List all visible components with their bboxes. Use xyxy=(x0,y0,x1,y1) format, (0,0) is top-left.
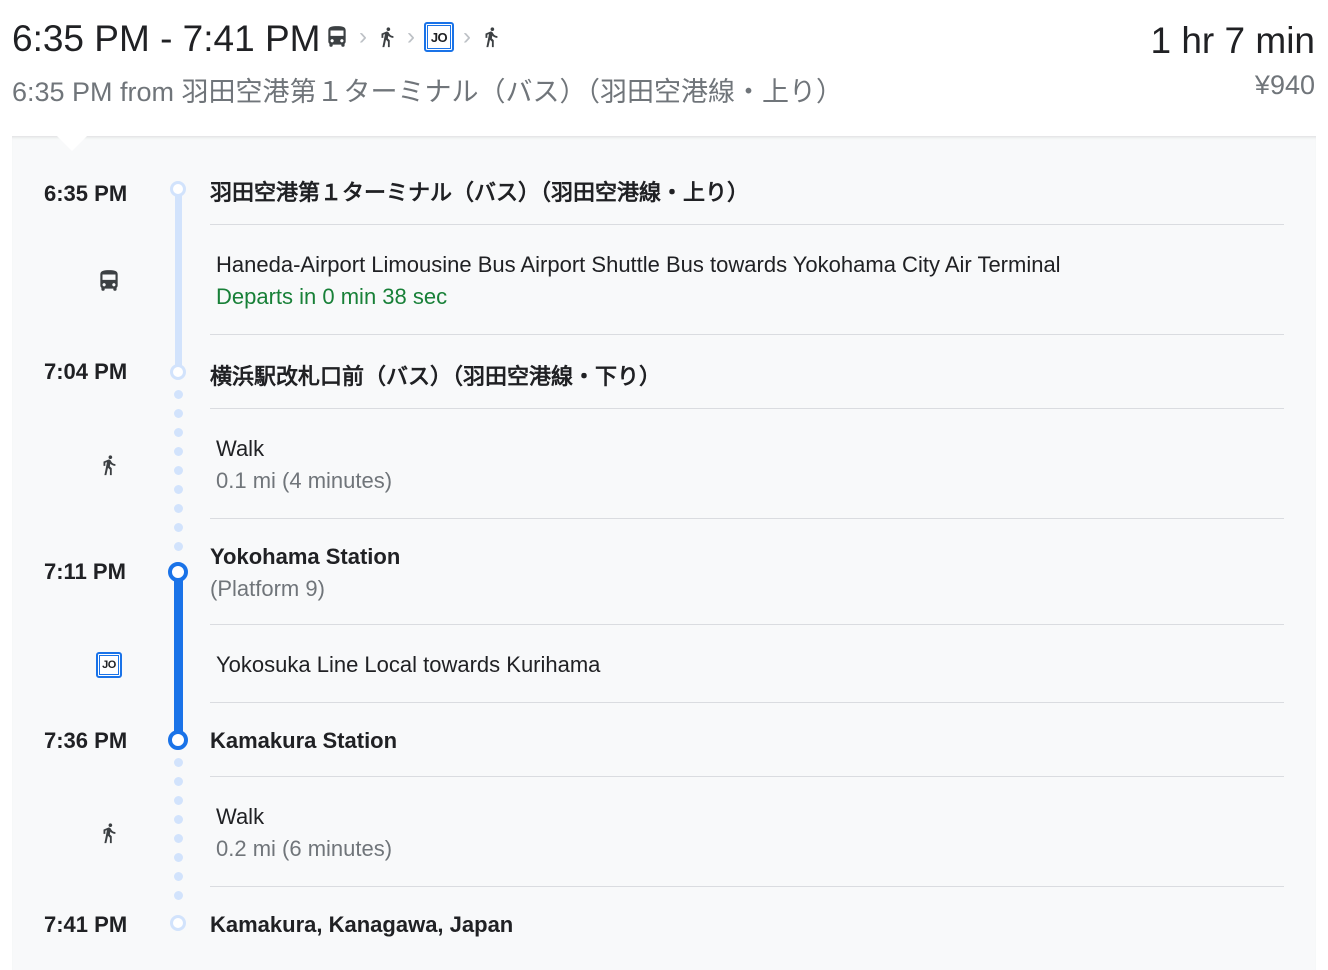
stop-time: 7:04 PM xyxy=(44,359,128,384)
trip-fare: ¥940 xyxy=(1254,70,1315,100)
jo-line-icon: JO xyxy=(94,650,124,680)
trip-duration: 1 hr 7 min xyxy=(1150,20,1315,61)
stop-node xyxy=(168,730,188,750)
walk-route-dot xyxy=(174,834,183,843)
bus-icon xyxy=(324,23,350,51)
stop-time: 7:11 PM xyxy=(44,559,126,584)
divider xyxy=(210,702,1284,703)
chevron-right-icon: › xyxy=(359,23,367,50)
divider xyxy=(210,776,1284,777)
divider xyxy=(210,518,1284,519)
bus-route-line xyxy=(175,190,182,372)
walk-route-dot xyxy=(174,504,183,513)
walk-route-dot xyxy=(174,409,183,418)
stop-time: 6:35 PM xyxy=(44,181,128,206)
stop-name[interactable]: 羽田空港第１ターミナル（バス）（羽田空港線・上り） xyxy=(210,175,749,207)
realtime-status: Departs in 0 min 38 sec xyxy=(216,284,448,309)
walk-route-dot xyxy=(174,542,183,551)
panel-pointer xyxy=(56,135,88,151)
walk-icon xyxy=(94,818,124,848)
divider xyxy=(210,224,1284,225)
divider xyxy=(210,886,1284,887)
walk-route-dot xyxy=(174,758,183,767)
walk-icon xyxy=(94,450,124,480)
chevron-right-icon: › xyxy=(407,23,415,50)
walk-route-dot xyxy=(174,853,183,862)
walk-route-dot xyxy=(174,523,183,532)
leg-description[interactable]: Yokosuka Line Local towards Kurihama xyxy=(216,652,600,678)
departure-subtitle: 6:35 PM from 羽田空港第１ターミナル（バス）（羽田空港線・上り） xyxy=(12,77,844,107)
walk-detail: 0.2 mi (6 minutes) xyxy=(216,836,393,861)
leg-description[interactable]: Walk xyxy=(216,804,264,830)
stop-node xyxy=(170,181,186,197)
walk-route-dot xyxy=(174,891,183,900)
walk-route-dot xyxy=(174,872,183,881)
stop-node xyxy=(168,562,188,582)
stop-time: 7:41 PM xyxy=(44,912,128,937)
divider xyxy=(210,624,1284,625)
rail-route-line xyxy=(174,572,183,740)
walk-route-dot xyxy=(174,428,183,437)
time-range: 6:35 PM - 7:41 PM xyxy=(12,18,321,59)
walk-detail: 0.1 mi (4 minutes) xyxy=(216,468,393,493)
mode-sequence: › › JO › xyxy=(324,20,502,54)
leg-description[interactable]: Haneda-Airport Limousine Bus Airport Shu… xyxy=(216,252,1061,278)
walk-route-dot xyxy=(174,485,183,494)
stop-name[interactable]: Yokohama Station xyxy=(210,544,400,570)
stop-node xyxy=(170,915,186,931)
stop-time: 7:36 PM xyxy=(44,728,128,753)
walk-route-dot xyxy=(174,796,183,805)
walk-route-dot xyxy=(174,777,183,786)
leg-description[interactable]: Walk xyxy=(216,436,264,462)
divider xyxy=(210,334,1284,335)
walk-route-dot xyxy=(174,466,183,475)
stop-name[interactable]: 横浜駅改札口前（バス）（羽田空港線・下り） xyxy=(210,359,661,391)
jo-line-icon: JO xyxy=(424,22,454,52)
walk-route-dot xyxy=(174,447,183,456)
bus-icon xyxy=(94,266,124,296)
platform-info: (Platform 9) xyxy=(210,576,325,601)
walk-route-dot xyxy=(174,815,183,824)
stop-node xyxy=(170,364,186,380)
stop-name[interactable]: Kamakura, Kanagawa, Japan xyxy=(210,912,513,938)
walk-route-dot xyxy=(174,390,183,399)
divider xyxy=(210,408,1284,409)
trip-summary[interactable]: 6:35 PM - 7:41 PM › › JO › 6:35 PM from … xyxy=(0,0,1328,136)
walk-icon xyxy=(376,23,398,51)
stop-name[interactable]: Kamakura Station xyxy=(210,728,397,754)
walk-icon xyxy=(480,23,502,51)
chevron-right-icon: › xyxy=(463,23,471,50)
